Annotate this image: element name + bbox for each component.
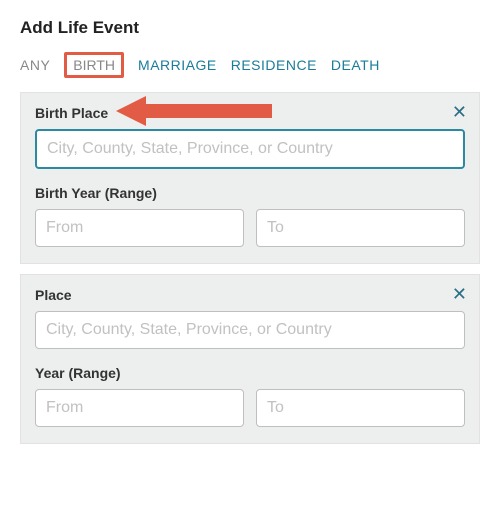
close-icon[interactable]: ✕	[452, 285, 467, 303]
place-input[interactable]	[35, 311, 465, 349]
place-label: Place	[35, 287, 465, 303]
tab-residence[interactable]: RESIDENCE	[231, 57, 317, 73]
birth-year-from-input[interactable]	[35, 209, 244, 247]
event-tabs: ANY BIRTH MARRIAGE RESIDENCE DEATH	[20, 52, 480, 78]
birth-year-label: Birth Year (Range)	[35, 185, 465, 201]
tab-death[interactable]: DEATH	[331, 57, 380, 73]
tab-marriage[interactable]: MARRIAGE	[138, 57, 217, 73]
generic-panel: ✕ Place Year (Range)	[20, 274, 480, 444]
birth-panel: ✕ Birth Place Birth Year (Range)	[20, 92, 480, 264]
year-to-input[interactable]	[256, 389, 465, 427]
birth-place-input[interactable]	[35, 129, 465, 169]
tab-birth[interactable]: BIRTH	[64, 52, 124, 78]
year-label: Year (Range)	[35, 365, 465, 381]
birth-year-to-input[interactable]	[256, 209, 465, 247]
year-from-input[interactable]	[35, 389, 244, 427]
page-title: Add Life Event	[20, 18, 480, 38]
close-icon[interactable]: ✕	[452, 103, 467, 121]
tab-any[interactable]: ANY	[20, 57, 50, 73]
birth-place-label: Birth Place	[35, 105, 465, 121]
